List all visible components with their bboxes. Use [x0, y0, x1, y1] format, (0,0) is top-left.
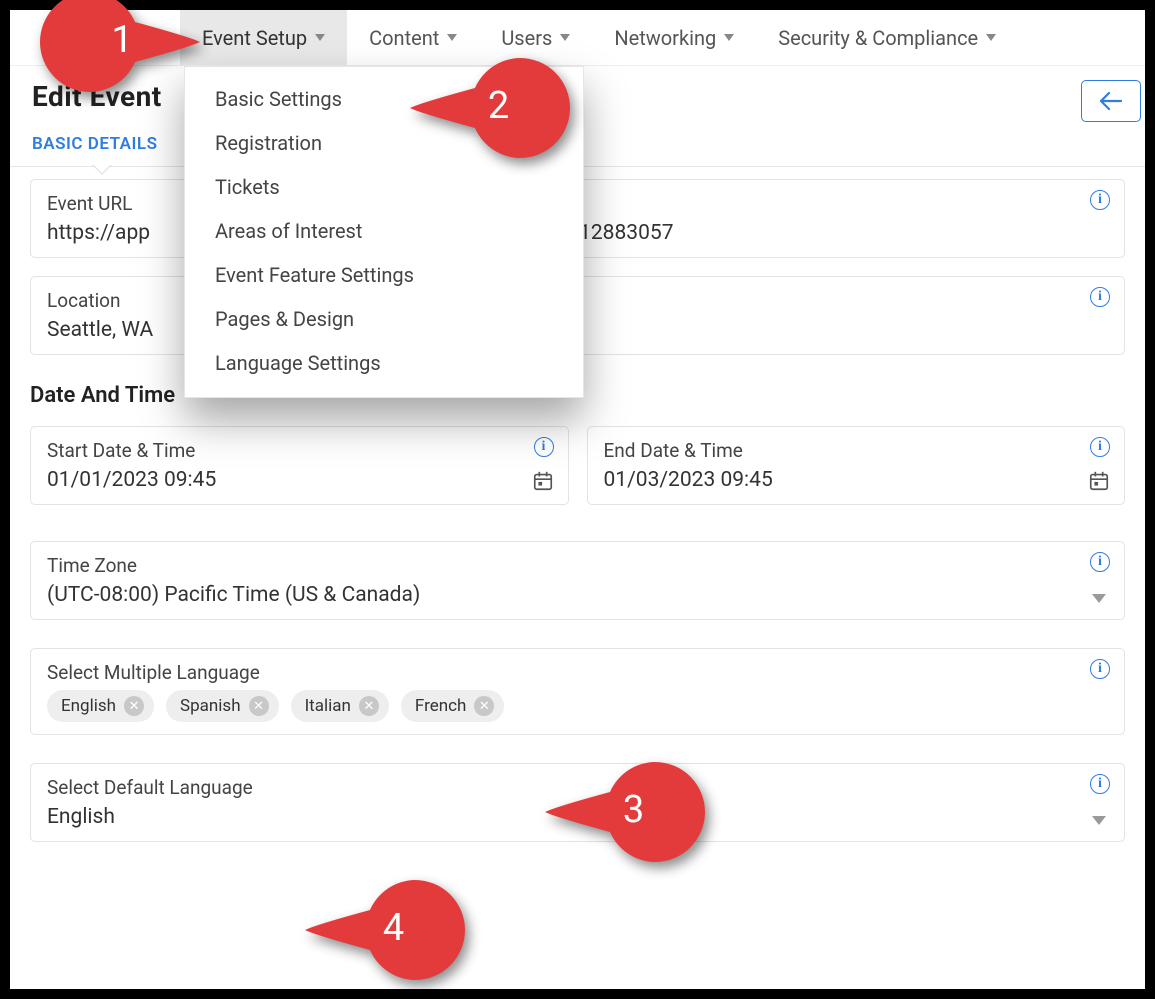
field-label: Time Zone [47, 554, 1108, 577]
annotation-number: 4 [383, 906, 404, 950]
chevron-down-icon [724, 34, 734, 41]
menu-areas-of-interest[interactable]: Areas of Interest [185, 209, 583, 253]
menu-event-feature[interactable]: Event Feature Settings [185, 253, 583, 297]
field-value: 01/03/2023 09:45 [604, 468, 1109, 492]
info-icon[interactable]: i [1090, 437, 1110, 457]
field-timezone[interactable]: i Time Zone (UTC-08:00) Pacific Time (US… [30, 541, 1125, 620]
chevron-down-icon [447, 34, 457, 41]
nav-security[interactable]: Security & Compliance [756, 10, 1018, 65]
chevron-down-icon[interactable] [1092, 816, 1106, 825]
nav-networking[interactable]: Networking [592, 10, 756, 65]
chip-label: English [61, 696, 116, 716]
chip-label: French [415, 696, 466, 716]
calendar-icon[interactable] [532, 470, 554, 492]
chip-italian: Italian ✕ [291, 690, 389, 722]
annotation-2: 2 [410, 58, 570, 158]
annotation-number: 1 [111, 18, 132, 62]
annotation-number: 2 [488, 84, 509, 128]
calendar-icon[interactable] [1088, 470, 1110, 492]
chip-english: English ✕ [47, 690, 154, 722]
arrow-left-icon [1100, 92, 1122, 110]
nav-event-setup[interactable]: Event Setup [180, 10, 347, 65]
tab-basic-details[interactable]: BASIC DETAILS [32, 134, 158, 166]
field-label: End Date & Time [604, 439, 1109, 462]
chevron-down-icon[interactable] [1092, 594, 1106, 603]
field-start-date[interactable]: i Start Date & Time 01/01/2023 09:45 [30, 426, 569, 505]
info-icon[interactable]: i [1090, 287, 1110, 307]
field-multi-language[interactable]: i Select Multiple Language English ✕ Spa… [30, 648, 1125, 735]
nav-users[interactable]: Users [479, 10, 592, 65]
field-value: 01/01/2023 09:45 [47, 468, 552, 492]
menu-language-settings[interactable]: Language Settings [185, 341, 583, 385]
nav-label: Networking [614, 26, 716, 50]
field-label: Start Date & Time [47, 439, 552, 462]
field-end-date[interactable]: i End Date & Time 01/03/2023 09:45 [587, 426, 1126, 505]
close-icon[interactable]: ✕ [359, 696, 379, 716]
field-label: Select Multiple Language [47, 661, 1108, 684]
info-icon[interactable]: i [1090, 190, 1110, 210]
nav-label: Users [501, 26, 552, 50]
chip-spanish: Spanish ✕ [166, 690, 279, 722]
annotation-number: 3 [623, 788, 644, 832]
annotation-3: 3 [545, 762, 705, 862]
nav-content[interactable]: Content [347, 10, 479, 65]
chevron-down-icon [315, 34, 325, 41]
nav-label: Security & Compliance [778, 26, 978, 50]
menu-tickets[interactable]: Tickets [185, 165, 583, 209]
info-icon[interactable]: i [534, 437, 554, 457]
close-icon[interactable]: ✕ [474, 696, 494, 716]
field-value: (UTC-08:00) Pacific Time (US & Canada) [47, 583, 1108, 607]
nav-label: Content [369, 26, 439, 50]
language-chips: English ✕ Spanish ✕ Italian ✕ French ✕ [47, 690, 1108, 722]
chip-label: Italian [305, 696, 351, 716]
tab-pointer [92, 165, 112, 175]
close-icon[interactable]: ✕ [124, 696, 144, 716]
info-icon[interactable]: i [1090, 552, 1110, 572]
chevron-down-icon [560, 34, 570, 41]
url-left: https://app [47, 221, 150, 245]
menu-pages-design[interactable]: Pages & Design [185, 297, 583, 341]
chevron-down-icon [986, 34, 996, 41]
chip-french: French ✕ [401, 690, 504, 722]
info-icon[interactable]: i [1090, 659, 1110, 679]
annotation-4: 4 [305, 880, 465, 980]
close-icon[interactable]: ✕ [249, 696, 269, 716]
chip-label: Spanish [180, 696, 241, 716]
annotation-1: 1 [40, 0, 200, 92]
info-icon[interactable]: i [1090, 774, 1110, 794]
nav-label: Event Setup [202, 26, 307, 50]
